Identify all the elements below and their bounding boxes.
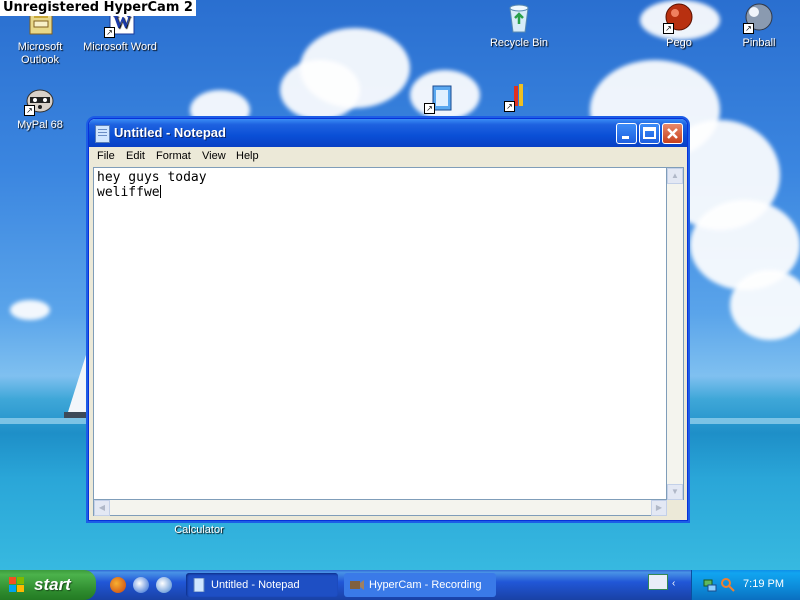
vertical-scrollbar[interactable]: ▲ ▼ <box>667 167 684 500</box>
shortcut-arrow-icon: ↗ <box>504 101 515 112</box>
windows-logo-icon <box>9 577 24 592</box>
close-icon <box>667 128 678 139</box>
hypercam-watermark: Unregistered HyperCam 2 <box>0 0 196 16</box>
mypal-raccoon-icon: ↗ <box>24 84 56 116</box>
mypal-desktop-icon[interactable]: ↗ MyPal 68 <box>2 84 78 132</box>
taskbar-item-label: HyperCam - Recording <box>369 579 482 591</box>
outlook-label-line2: Outlook <box>21 54 59 66</box>
calculator-desktop-icon[interactable]: Calculator <box>161 524 237 537</box>
paint-icon: ↗ <box>504 80 536 112</box>
menu-bar: File Edit Format View Help <box>92 147 684 166</box>
system-tray: 7:19 PM <box>691 570 800 600</box>
mypal-label: MyPal 68 <box>17 119 63 131</box>
outlook-label-line1: Microsoft <box>17 41 63 53</box>
ie-icon[interactable] <box>133 577 149 593</box>
taskbar-item-hypercam[interactable]: HyperCam - Recording <box>344 573 496 597</box>
cloud <box>730 270 800 340</box>
shortcut-arrow-icon: ↗ <box>104 27 115 38</box>
scroll-up-button[interactable]: ▲ <box>667 168 683 184</box>
pego-label: Pego <box>666 37 692 49</box>
taskbar: start Untitled - Notepad HyperCam - Reco… <box>0 570 800 600</box>
scroll-right-button[interactable]: ▶ <box>651 500 667 516</box>
paint-shortcut-desktop-icon[interactable]: ↗ <box>482 80 558 115</box>
maximize-icon <box>643 127 656 139</box>
cloud <box>280 60 360 120</box>
minimize-button[interactable] <box>616 123 637 144</box>
menu-edit[interactable]: Edit <box>126 150 145 162</box>
cloud <box>10 300 50 320</box>
text-editor[interactable]: hey guys today weliffwe <box>93 167 667 500</box>
notepad-icon <box>95 125 110 143</box>
shortcut-arrow-icon: ↗ <box>424 103 435 114</box>
notepad-icon: ↗ <box>424 82 456 114</box>
notepad-icon <box>193 578 205 592</box>
menu-help[interactable]: Help <box>236 150 259 162</box>
minimize-icon <box>622 136 629 139</box>
title-bar[interactable]: Untitled - Notepad <box>89 119 687 147</box>
close-button[interactable] <box>662 123 683 144</box>
start-button[interactable]: start <box>0 570 96 600</box>
recycle-bin-icon <box>503 2 535 34</box>
scroll-left-button[interactable]: ◀ <box>94 500 110 516</box>
menu-view[interactable]: View <box>202 150 226 162</box>
recycle-bin-desktop-icon[interactable]: Recycle Bin <box>481 2 557 50</box>
menu-format[interactable]: Format <box>156 150 191 162</box>
keyboard-icon[interactable] <box>648 574 668 590</box>
taskbar-item-label: Untitled - Notepad <box>211 579 300 591</box>
pinball-icon: ↗ <box>743 2 775 34</box>
notepad-window[interactable]: Untitled - Notepad File Edit Format View… <box>88 118 688 521</box>
taskbar-item-notepad[interactable]: Untitled - Notepad <box>186 573 338 597</box>
pinball-label: Pinball <box>742 37 776 49</box>
text-line-with-caret: weliffwe <box>97 185 663 200</box>
hypercam-icon <box>350 580 364 590</box>
media-player-icon[interactable] <box>156 577 172 593</box>
notepad-shortcut-desktop-icon[interactable]: ↗ <box>402 82 478 117</box>
clock[interactable]: 7:19 PM <box>743 578 784 590</box>
firefox-icon[interactable] <box>110 577 126 593</box>
text-line: hey guys today <box>97 170 207 185</box>
horizontal-scrollbar[interactable]: ◀ ▶ <box>93 500 667 516</box>
shortcut-arrow-icon: ↗ <box>743 23 754 34</box>
window-title: Untitled - Notepad <box>114 125 226 140</box>
desktop[interactable]: Microsoft Outlook W ↗ Microsoft Word Rec… <box>0 0 800 570</box>
menu-file[interactable]: File <box>97 150 115 162</box>
word-label: Microsoft Word <box>83 41 157 53</box>
pego-desktop-icon[interactable]: ↗ Pego <box>641 2 717 50</box>
pego-icon: ↗ <box>663 2 695 34</box>
text-caret <box>159 185 161 198</box>
size-grip[interactable] <box>667 500 684 516</box>
pinball-desktop-icon[interactable]: ↗ Pinball <box>721 2 797 50</box>
sailboat <box>64 355 90 418</box>
network-icon[interactable] <box>702 577 718 593</box>
maximize-button[interactable] <box>639 123 660 144</box>
text-line: weliffwe <box>97 185 160 200</box>
recycle-bin-label: Recycle Bin <box>489 37 549 49</box>
search-icon[interactable] <box>720 577 736 593</box>
shortcut-arrow-icon: ↗ <box>663 23 674 34</box>
scroll-down-button[interactable]: ▼ <box>667 484 683 500</box>
chevron-left-icon[interactable]: ‹ <box>672 578 675 589</box>
calculator-label: Calculator <box>174 524 224 536</box>
start-label: start <box>34 575 71 594</box>
shortcut-arrow-icon: ↗ <box>24 105 35 116</box>
